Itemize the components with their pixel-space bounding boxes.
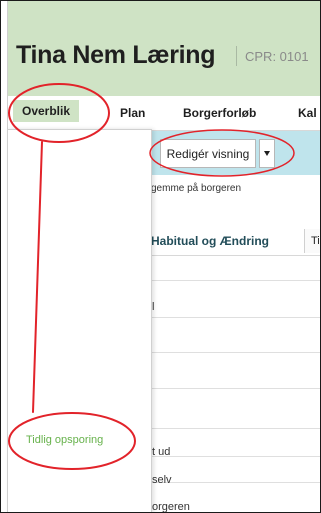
tab-next[interactable]: Ti	[304, 229, 321, 253]
patient-header: Tina Nem Læring CPR: 0101	[0, 0, 321, 96]
nav-item-borgerforloeb[interactable]: Borgerforløb	[183, 106, 256, 120]
list-item: orgeren	[152, 501, 190, 513]
overblik-dropdown-menu: Tidlig opsporing	[7, 129, 152, 513]
row-divider	[152, 317, 321, 318]
nav-item-plan[interactable]: Plan	[120, 106, 145, 120]
nav-item-overblik[interactable]: Overblik	[13, 100, 80, 122]
tab-habitual-og-aendring[interactable]: Habitual og Ændring	[151, 234, 269, 248]
row-divider	[152, 482, 321, 483]
row-divider	[152, 456, 321, 457]
row-divider	[152, 280, 321, 281]
nav-item-kalender[interactable]: Kal	[298, 106, 317, 120]
menu-item-tidlig-opsporing[interactable]: Tidlig opsporing	[26, 434, 103, 446]
list-item: selv	[152, 474, 172, 486]
content-list	[152, 280, 321, 513]
cpr-divider	[236, 46, 237, 66]
edit-view-button[interactable]: Redigér visning	[160, 139, 256, 168]
main-navigation: Overblik Plan Borgerforløb Kal	[0, 96, 321, 131]
edit-view-dropdown-toggle[interactable]	[259, 139, 275, 168]
cpr-number: CPR: 0101	[245, 48, 309, 64]
cpr-group: CPR: 0101	[236, 46, 309, 66]
chevron-down-icon	[264, 151, 270, 156]
list-item: t ud	[152, 446, 171, 458]
subtext: gemme på borgeren	[151, 183, 242, 194]
list-item: l	[152, 301, 155, 313]
patient-name: Tina Nem Læring	[16, 41, 216, 69]
content-tabs: Habitual og Ændring Ti	[126, 225, 321, 256]
row-divider	[152, 352, 321, 353]
row-divider	[152, 388, 321, 389]
row-divider	[152, 428, 321, 429]
edit-view-label: Redigér visning	[166, 146, 250, 161]
